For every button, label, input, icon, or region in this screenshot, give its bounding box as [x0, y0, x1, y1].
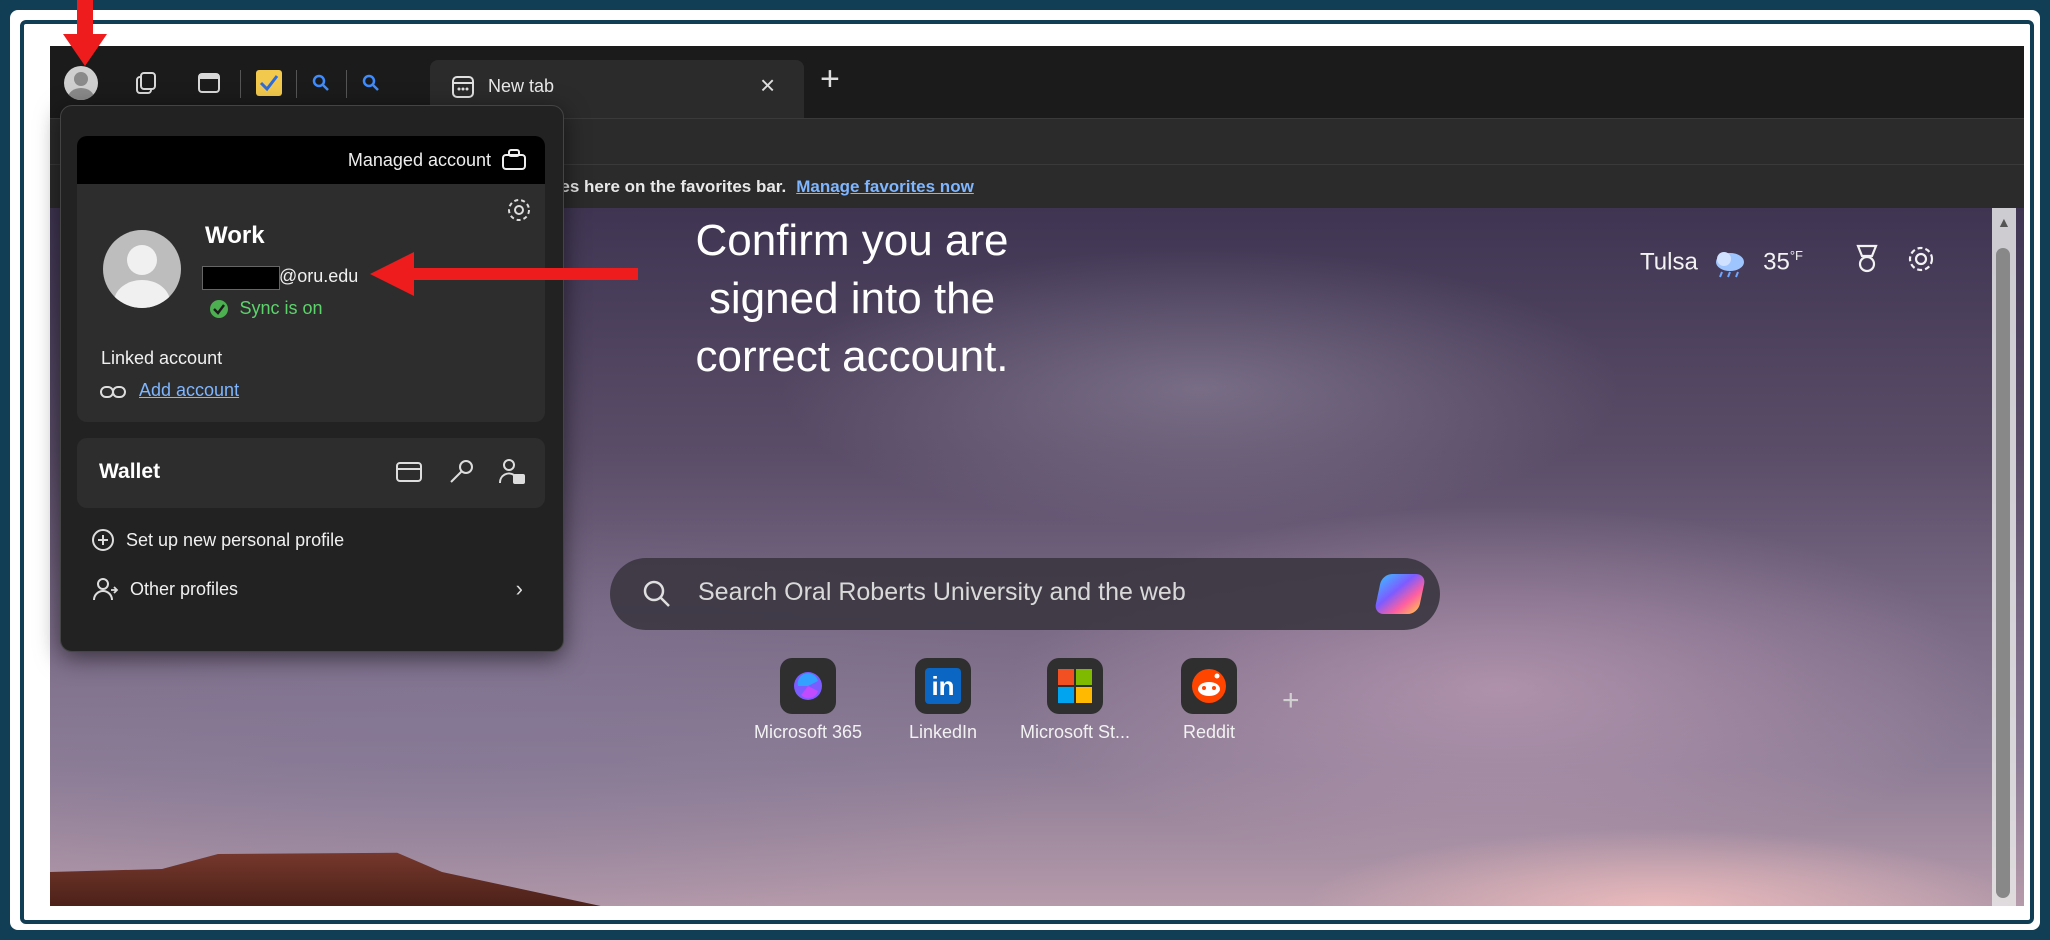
quick-link-label: Microsoft 365 — [753, 722, 863, 742]
profile-flyout: Managed account Work @oru.edu Sync is on… — [60, 105, 564, 652]
profile-settings-gear-icon[interactable] — [505, 196, 533, 224]
vertical-tabs-icon[interactable] — [192, 68, 226, 98]
chevron-right-icon: › — [515, 576, 523, 601]
add-circle-icon — [92, 529, 114, 551]
microsoft-store-icon — [1047, 658, 1103, 714]
set-up-new-profile-label: Set up new personal profile — [126, 529, 345, 550]
quick-link-reddit[interactable]: Reddit — [1144, 658, 1274, 743]
wallet-row[interactable]: Wallet — [77, 438, 545, 508]
rewards-icon[interactable] — [1850, 242, 1884, 281]
web-search-box[interactable]: Search Oral Roberts University and the w… — [610, 558, 1440, 630]
other-profiles-label: Other profiles — [130, 578, 239, 599]
annotation-line: Confirm you are — [695, 216, 1009, 265]
tab-separator — [296, 70, 297, 98]
weather-temperature: 35 — [1763, 248, 1790, 276]
pinned-tab-search-icon[interactable] — [360, 72, 382, 99]
quick-link-label: Reddit — [1182, 722, 1236, 742]
background-rock — [50, 852, 610, 906]
scroll-up-arrow-icon[interactable]: ▲ — [1997, 214, 2011, 230]
cloud-rain-icon — [1716, 252, 1745, 278]
scrollbar-thumb[interactable] — [1996, 248, 2010, 898]
quick-link-microsoft-store[interactable]: Microsoft St... — [1010, 658, 1140, 743]
email-redaction — [202, 266, 280, 290]
close-icon[interactable]: × — [760, 70, 775, 101]
new-tab-button[interactable]: + — [820, 60, 840, 99]
reddit-icon — [1181, 658, 1237, 714]
managed-account-header: Managed account — [77, 136, 545, 184]
profile-email: @oru.edu — [279, 266, 359, 286]
workspaces-icon[interactable] — [128, 68, 162, 98]
search-placeholder: Search Oral Roberts University and the w… — [698, 578, 1186, 606]
annotation-line: signed into the — [708, 274, 996, 323]
left-arrow-annotation — [370, 252, 638, 296]
password-key-icon[interactable] — [447, 458, 475, 486]
link-icon — [100, 386, 126, 398]
wallet-label: Wallet — [99, 460, 161, 483]
page-settings-icon[interactable] — [1904, 242, 1938, 281]
quick-link-linkedin[interactable]: in LinkedIn — [878, 658, 1008, 743]
favorites-bar-text: ites here on the favorites bar. — [550, 177, 787, 196]
pinned-tab-search-icon[interactable] — [310, 72, 332, 99]
person-icon — [114, 245, 170, 308]
switch-profile-icon — [93, 578, 119, 601]
managed-account-label: Managed account — [347, 150, 491, 170]
quick-link-microsoft-365[interactable]: Microsoft 365 — [743, 658, 873, 743]
annotation-callout: Confirm you are signed into the correct … — [632, 212, 1072, 386]
set-up-new-profile-item[interactable]: Set up new personal profile — [91, 528, 344, 552]
weather-widget[interactable]: Tulsa 35°F — [1640, 248, 1803, 278]
quick-link-label: LinkedIn — [908, 722, 978, 742]
background-glow — [1300, 828, 2020, 906]
microsoft-365-icon — [780, 658, 836, 714]
tab-separator — [346, 70, 347, 98]
tab-title: New tab — [488, 76, 555, 96]
down-arrow-annotation — [63, 0, 107, 66]
person-icon — [68, 72, 94, 100]
payment-card-icon[interactable] — [395, 460, 423, 484]
check-circle-icon — [210, 299, 228, 318]
new-tab-page-icon — [450, 74, 476, 105]
tab-separator — [240, 70, 241, 98]
sync-status-text: Sync is on — [239, 298, 323, 318]
avatar — [103, 230, 181, 308]
sync-status: Sync is on — [209, 298, 323, 319]
other-profiles-item[interactable]: Other profiles › — [91, 576, 531, 602]
profile-name: Work — [205, 222, 265, 249]
linkedin-icon: in — [915, 658, 971, 714]
pinned-tab-tasks-icon[interactable] — [256, 70, 282, 96]
search-icon — [643, 580, 670, 607]
add-account-link[interactable]: Add account — [139, 380, 239, 401]
profile-avatar-button[interactable] — [64, 66, 98, 100]
quick-link-label: Microsoft St... — [1019, 722, 1131, 742]
linked-account-label: Linked account — [101, 348, 223, 368]
manage-favorites-link[interactable]: Manage favorites now — [796, 177, 974, 196]
weather-city: Tulsa — [1640, 248, 1698, 276]
profile-card: Work @oru.edu Sync is on Linked account … — [77, 184, 545, 422]
add-quick-link-button[interactable]: + — [1282, 684, 1300, 718]
favorites-bar-hint: ites here on the favorites bar. Manage fa… — [550, 177, 974, 197]
annotation-line: correct account. — [695, 332, 1009, 381]
copilot-icon[interactable] — [1373, 574, 1427, 614]
personal-info-icon[interactable] — [497, 457, 527, 487]
weather-unit: °F — [1789, 248, 1803, 263]
briefcase-icon — [502, 149, 526, 170]
